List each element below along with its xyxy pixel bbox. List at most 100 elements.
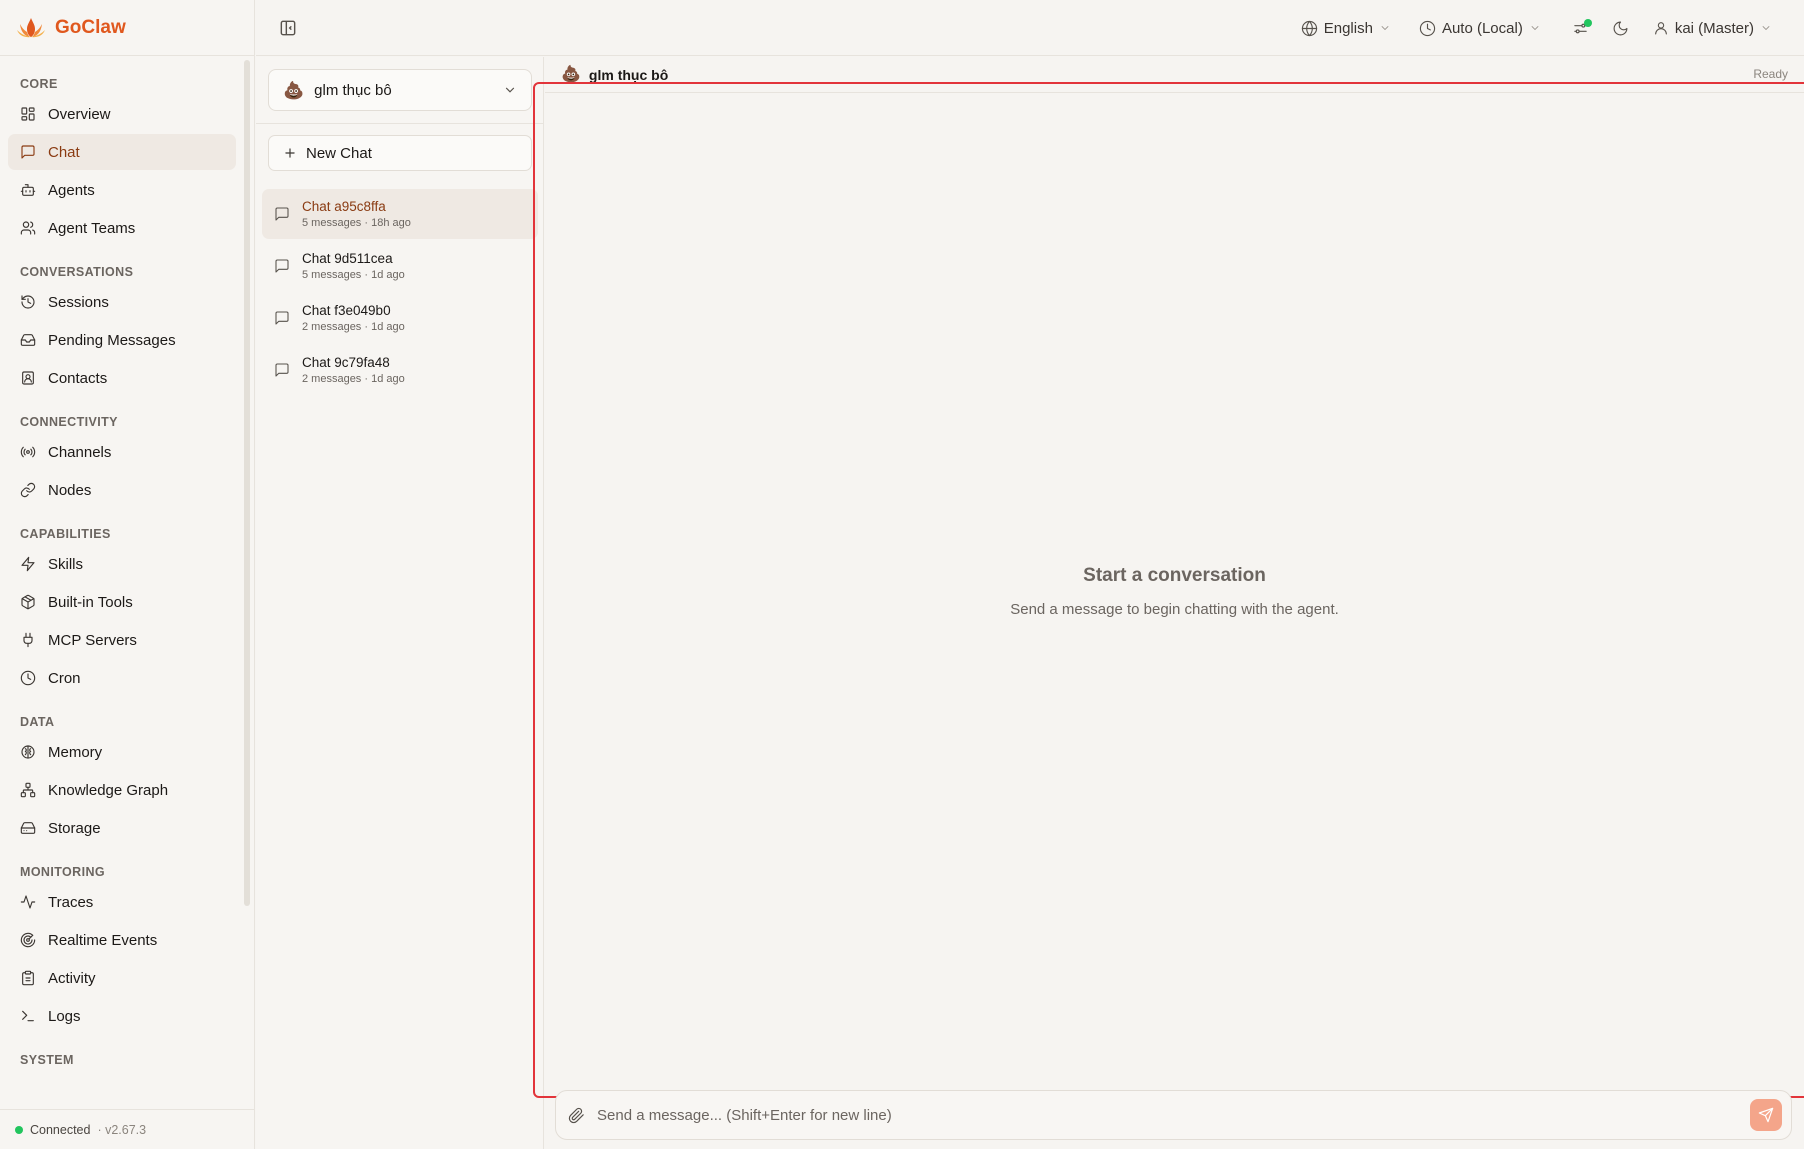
connection-status: Connected · v2.67.3 bbox=[0, 1109, 254, 1149]
sidebar-item-skills[interactable]: Skills bbox=[8, 546, 236, 582]
topbar-actions: English Auto (Local) kai (Master) bbox=[1293, 0, 1780, 56]
theme-toggle-button[interactable] bbox=[1601, 10, 1641, 46]
chat-list-item[interactable]: Chat 9c79fa48 2 messages · 1d ago bbox=[262, 345, 538, 395]
plus-icon bbox=[285, 148, 295, 158]
moon-icon bbox=[1613, 21, 1628, 35]
sidebar-item-logs[interactable]: Logs bbox=[8, 998, 236, 1034]
new-chat-button[interactable]: New Chat bbox=[268, 135, 532, 171]
sidebar-scrollbar[interactable] bbox=[244, 60, 250, 906]
sidebar-item-label: Logs bbox=[48, 1007, 81, 1025]
empty-state-subtitle: Send a message to begin chatting with th… bbox=[1010, 601, 1339, 618]
topbar: English Auto (Local) kai (Master) bbox=[256, 0, 1804, 56]
chevron-down-icon bbox=[1381, 26, 1389, 30]
sidebar-item-built-in-tools[interactable]: Built-in Tools bbox=[8, 584, 236, 620]
sidebar-item-memory[interactable]: Memory bbox=[8, 734, 236, 770]
sidebar-item-pending-messages[interactable]: Pending Messages bbox=[8, 322, 236, 358]
chat-title: Chat 9d511cea bbox=[302, 251, 393, 266]
section-title-monitoring: MONITORING bbox=[20, 865, 106, 879]
chevron-down-icon bbox=[1531, 26, 1539, 30]
sidebar-item-label: Storage bbox=[48, 819, 101, 837]
empty-state: Start a conversation Send a message to b… bbox=[545, 565, 1804, 618]
status-dot-icon bbox=[15, 1125, 23, 1134]
activity-icon bbox=[20, 895, 36, 909]
chat-title: Chat f3e049b0 bbox=[302, 303, 391, 318]
agent-select-label: glm thục bô bbox=[314, 81, 392, 99]
agent-select[interactable]: 💩 glm thục bô bbox=[268, 69, 532, 111]
sidebar-item-agents[interactable]: Agents bbox=[8, 172, 236, 208]
user-menu[interactable]: kai (Master) bbox=[1645, 10, 1780, 46]
sidebar-item-realtime-events[interactable]: Realtime Events bbox=[8, 922, 236, 958]
empty-state-title: Start a conversation bbox=[1083, 565, 1266, 586]
sidebar-item-mcp-servers[interactable]: MCP Servers bbox=[8, 622, 236, 658]
chat-list-item[interactable]: Chat 9d511cea 5 messages · 1d ago bbox=[262, 241, 538, 291]
layout-grid-icon bbox=[21, 107, 35, 121]
sidebar-item-label: Overview bbox=[48, 105, 111, 123]
section-title-system: SYSTEM bbox=[20, 1053, 74, 1067]
sidebar-item-channels[interactable]: Channels bbox=[8, 434, 236, 470]
language-label: English bbox=[1323, 19, 1373, 37]
message-square-icon bbox=[275, 363, 289, 377]
sidebar-item-label: Agent Teams bbox=[48, 219, 136, 237]
agent-avatar-icon: 💩 bbox=[283, 80, 305, 100]
sidebar-item-label: Built-in Tools bbox=[48, 593, 133, 611]
message-input[interactable] bbox=[597, 1106, 1738, 1124]
language-select[interactable]: English bbox=[1293, 10, 1399, 46]
sidebar-item-knowledge-graph[interactable]: Knowledge Graph bbox=[8, 772, 236, 808]
sidebar-item-label: Cron bbox=[48, 669, 81, 687]
sidebar-item-agent-teams[interactable]: Agent Teams bbox=[8, 210, 236, 246]
sidebar-item-label: Skills bbox=[48, 555, 84, 573]
chat-meta: 2 messages · 1d ago bbox=[302, 373, 405, 385]
section-title-data: DATA bbox=[20, 715, 55, 729]
chat-title: Chat 9c79fa48 bbox=[302, 355, 390, 370]
sidebar-item-contacts[interactable]: Contacts bbox=[8, 360, 236, 396]
version-label: · v2.67.3 bbox=[97, 1122, 147, 1137]
chat-header: 💩 glm thục bô Ready bbox=[545, 57, 1804, 93]
sidebar-item-activity[interactable]: Activity bbox=[8, 960, 236, 996]
toggle-sidebar-button[interactable] bbox=[278, 18, 298, 38]
paperclip-icon[interactable] bbox=[568, 1107, 585, 1124]
sidebar-item-nodes[interactable]: Nodes bbox=[8, 472, 236, 508]
chevron-down-icon bbox=[1762, 26, 1770, 30]
message-square-icon bbox=[275, 259, 289, 273]
chat-status: Ready bbox=[1753, 67, 1788, 81]
section-title-capabilities: CAPABILITIES bbox=[20, 527, 111, 541]
sidebar-item-label: Traces bbox=[48, 893, 94, 911]
chat-list-panel: 💩 glm thục bô New Chat Chat a95c8ffa 5 m… bbox=[256, 57, 544, 1149]
sidebar-item-storage[interactable]: Storage bbox=[8, 810, 236, 846]
sidebar-item-traces[interactable]: Traces bbox=[8, 884, 236, 920]
settings-sliders-button[interactable] bbox=[1561, 10, 1601, 46]
sidebar-item-chat[interactable]: Chat bbox=[8, 134, 236, 170]
sidebar-item-label: Channels bbox=[48, 443, 112, 461]
contact-icon bbox=[22, 371, 34, 385]
chat-list: Chat a95c8ffa 5 messages · 18h ago Chat … bbox=[262, 189, 538, 397]
inbox-icon bbox=[20, 334, 36, 346]
chat-list-item[interactable]: Chat a95c8ffa 5 messages · 18h ago bbox=[262, 189, 538, 239]
sidebar-item-label: MCP Servers bbox=[48, 631, 137, 649]
new-chat-label: New Chat bbox=[306, 144, 372, 162]
sidebar-item-cron[interactable]: Cron bbox=[8, 660, 236, 696]
brain-icon bbox=[21, 745, 35, 759]
sidebar-item-label: Pending Messages bbox=[48, 331, 176, 349]
chat-list-item[interactable]: Chat f3e049b0 2 messages · 1d ago bbox=[262, 293, 538, 343]
sidebar-item-label: Realtime Events bbox=[48, 931, 158, 949]
sidebar-item-label: Knowledge Graph bbox=[48, 781, 169, 799]
message-square-icon bbox=[275, 207, 289, 221]
link-icon bbox=[20, 482, 36, 498]
agent-avatar-icon: 💩 bbox=[561, 65, 581, 83]
radar-icon bbox=[20, 932, 36, 948]
timezone-select[interactable]: Auto (Local) bbox=[1411, 10, 1549, 46]
divider bbox=[256, 123, 543, 124]
chat-meta: 2 messages · 1d ago bbox=[302, 321, 405, 333]
sidebar-item-overview[interactable]: Overview bbox=[8, 96, 236, 132]
sidebar-item-sessions[interactable]: Sessions bbox=[8, 284, 236, 320]
goclaw-logo-icon bbox=[17, 17, 45, 37]
package-icon bbox=[21, 594, 35, 610]
brand[interactable]: GoClaw bbox=[0, 0, 254, 56]
chat-meta: 5 messages · 1d ago bbox=[302, 269, 405, 281]
notification-dot-icon bbox=[1583, 19, 1592, 27]
chevron-down-icon bbox=[505, 87, 515, 93]
sidebar: GoClaw CORE Overview Chat Agents Agent T… bbox=[0, 0, 255, 1149]
send-button[interactable] bbox=[1750, 1099, 1782, 1131]
section-title-connectivity: CONNECTIVITY bbox=[20, 415, 118, 429]
status-label: Connected bbox=[30, 1122, 91, 1137]
